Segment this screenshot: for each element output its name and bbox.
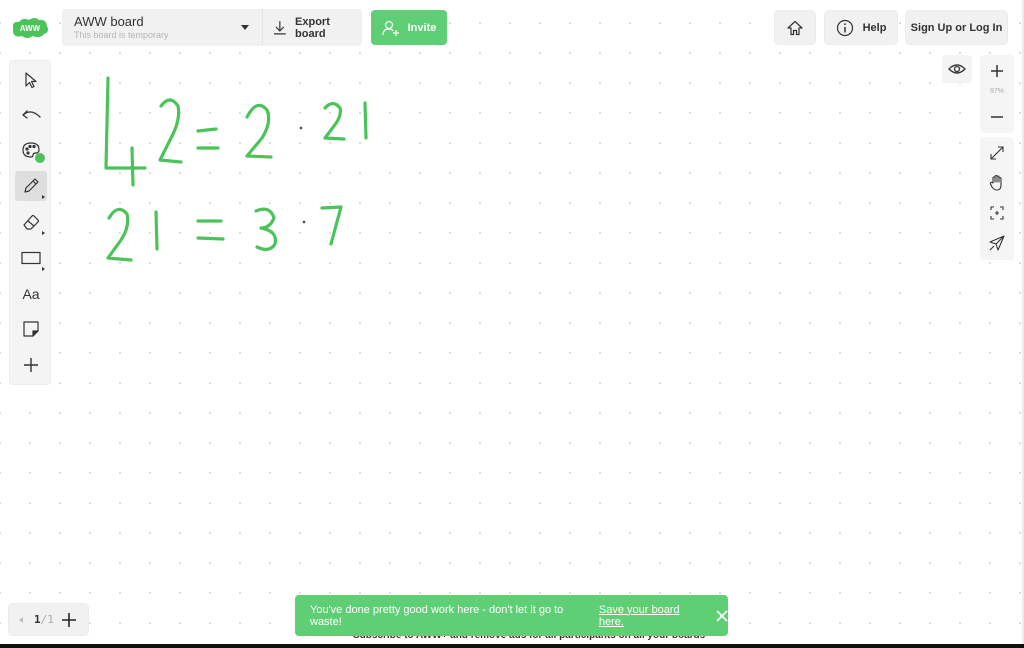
board-name-area[interactable]: AWW board This board is temporary [62, 14, 249, 41]
home-icon [787, 20, 803, 35]
pencil-icon [24, 178, 39, 193]
zoom-controls: 97% [980, 55, 1014, 133]
navigation-tools [980, 137, 1014, 260]
board-menu-dropdown[interactable] [241, 23, 251, 33]
window-bottom-edge [0, 644, 1024, 648]
laser-pointer-icon [989, 235, 1005, 251]
tool-sticky-note[interactable] [15, 314, 47, 344]
board-subtitle: This board is temporary [74, 30, 169, 40]
toast-message: You've done pretty good work here - don'… [310, 603, 564, 628]
undo-icon [22, 110, 41, 119]
current-color-swatch [35, 153, 45, 163]
signup-login-button[interactable]: Sign Up or Log In [905, 10, 1008, 45]
submenu-indicator [42, 195, 45, 199]
export-board-button[interactable]: Export board [263, 16, 362, 40]
tool-shape[interactable] [15, 243, 47, 273]
page-navigation: 1/1 [8, 603, 89, 636]
fit-to-screen-button[interactable] [982, 139, 1012, 167]
plus-icon [61, 612, 76, 627]
add-page-button[interactable] [61, 612, 76, 627]
svg-text:AWW: AWW [20, 24, 41, 33]
invite-button[interactable]: Invite [371, 10, 447, 45]
focus-button[interactable] [982, 199, 1012, 227]
tool-undo[interactable] [15, 100, 47, 130]
eye-icon [948, 64, 966, 74]
tool-eraser[interactable] [15, 207, 47, 237]
pan-tool-button[interactable] [982, 169, 1012, 197]
zoom-out-button[interactable] [980, 104, 1014, 130]
sticky-note-icon [23, 321, 39, 337]
help-label: Help [862, 21, 887, 34]
whiteboard-canvas[interactable] [0, 0, 1024, 644]
left-toolbar: Aa [9, 60, 51, 385]
zoom-in-button[interactable] [980, 58, 1014, 84]
hand-icon [989, 174, 1002, 191]
tool-select[interactable] [15, 65, 47, 95]
focus-icon [990, 206, 1004, 220]
tool-text[interactable]: Aa [15, 279, 47, 309]
previous-page-button[interactable] [19, 616, 23, 623]
visibility-toggle-button[interactable] [942, 55, 972, 83]
submenu-indicator [42, 267, 45, 271]
current-page: 1 [34, 613, 41, 626]
total-pages: /1 [40, 613, 54, 626]
laser-pointer-button[interactable] [982, 229, 1012, 257]
page-counter: 1/1 [34, 613, 54, 626]
add-user-icon [382, 20, 399, 36]
plus-icon [991, 65, 1003, 77]
tool-pen[interactable] [15, 171, 47, 201]
plus-icon [24, 358, 38, 372]
expand-icon [990, 146, 1004, 160]
invite-label: Invite [407, 21, 437, 34]
eraser-icon [23, 214, 40, 230]
signup-login-label: Sign Up or Log In [910, 21, 1003, 34]
minus-icon [991, 116, 1003, 118]
rectangle-icon [21, 251, 41, 265]
cursor-arrow-icon [25, 72, 37, 89]
info-icon [836, 19, 853, 36]
save-board-link[interactable]: Save your board here. [599, 604, 705, 628]
export-board-label: Export board [295, 15, 330, 40]
tool-more[interactable] [15, 350, 47, 380]
text-icon: Aa [22, 286, 40, 302]
tool-color-picker[interactable] [15, 135, 47, 165]
board-info-panel: AWW board This board is temporary Export… [62, 9, 362, 46]
aww-logo[interactable]: AWW [10, 15, 50, 41]
save-board-toast: You've done pretty good work here - don'… [295, 595, 728, 636]
home-button[interactable] [774, 10, 816, 45]
submenu-indicator [42, 231, 45, 235]
board-title[interactable]: AWW board [74, 14, 249, 29]
download-icon [274, 20, 287, 34]
help-button[interactable]: Help [824, 10, 898, 45]
caret-down-icon [241, 24, 250, 30]
toast-close-button[interactable] [716, 609, 728, 622]
zoom-level: 97% [989, 88, 1004, 95]
close-icon [716, 609, 728, 622]
